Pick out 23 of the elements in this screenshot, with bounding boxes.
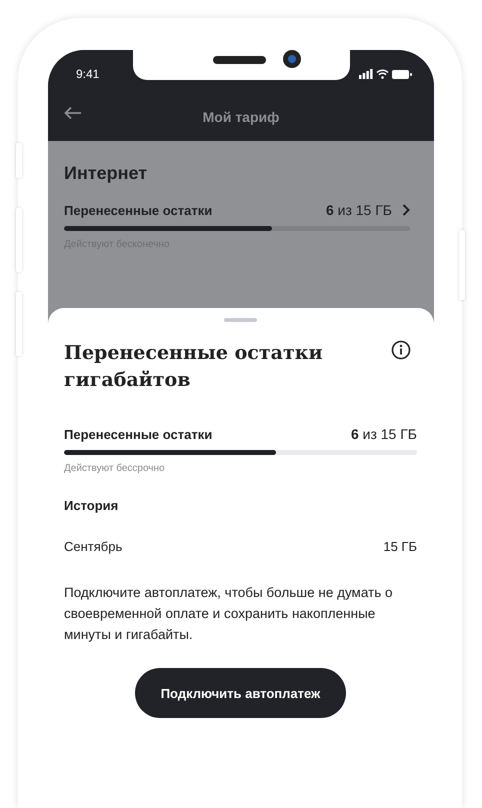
usage-label: Перенесенные остатки <box>64 202 212 218</box>
autopay-message: Подключите автоплатеж, чтобы больше не думать о своевременной оплате и сохранить накопленные минуты и гигабайты. <box>64 584 394 644</box>
info-icon[interactable] <box>391 340 411 360</box>
autopay-button[interactable]: Подключить автоплатеж <box>134 668 346 718</box>
chevron-icon <box>402 204 410 216</box>
speaker-grille <box>213 56 266 64</box>
section-title: Интернет <box>64 163 148 184</box>
history-title: История <box>64 498 120 513</box>
usage-amount: 6 из 15 ГБ <box>326 202 392 218</box>
back-arrow-icon[interactable] <box>64 106 82 120</box>
usage-note: Действуют бессрочно <box>64 463 166 474</box>
signal-icon <box>359 69 373 79</box>
battery-icon <box>392 70 412 78</box>
sheet-title: Перенесенные остатки гигабайтов <box>64 341 324 393</box>
status-time: 9:41 <box>76 67 100 81</box>
camera-icon <box>283 50 301 68</box>
usage-amount: 6 из 15 ГБ <box>350 426 417 442</box>
wifi-icon <box>376 69 389 79</box>
usage-label: Перенесенные остатки <box>64 426 212 442</box>
history-month: Сентябрь <box>64 539 122 554</box>
history-amount: 15 ГБ <box>383 539 417 554</box>
sheet-handle[interactable] <box>224 318 257 322</box>
screen-title: Мой тариф <box>202 108 280 124</box>
